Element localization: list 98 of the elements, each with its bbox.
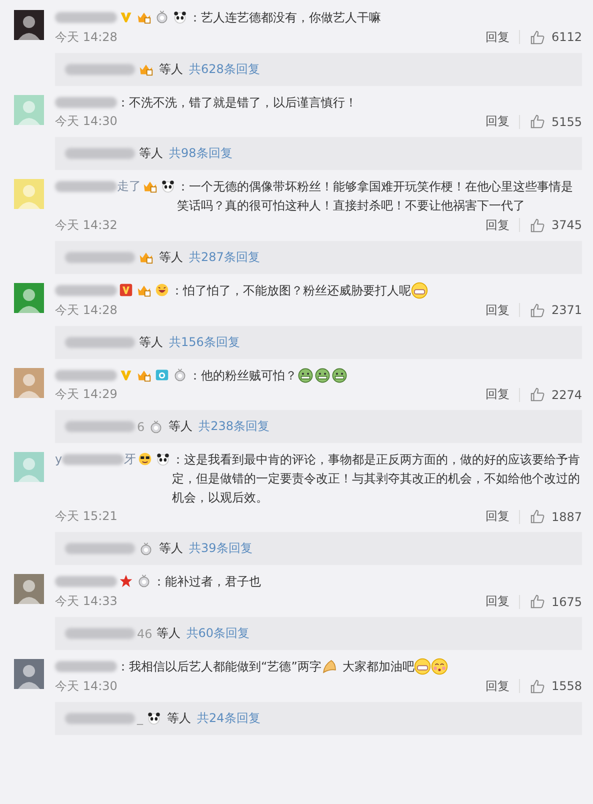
panda-icon bbox=[156, 452, 170, 466]
panda-icon bbox=[147, 711, 161, 726]
camera-icon bbox=[155, 368, 169, 382]
sunglasses-icon bbox=[138, 452, 152, 466]
thumbs-up-icon bbox=[530, 678, 546, 694]
reply-link[interactable]: 回复 bbox=[485, 302, 510, 319]
thumbs-up-icon bbox=[530, 30, 546, 45]
verified-icon bbox=[119, 10, 133, 24]
blurred-name bbox=[55, 370, 117, 381]
blurred-name bbox=[62, 454, 124, 466]
thumbs-up-icon bbox=[530, 114, 546, 130]
sick-emoji bbox=[297, 366, 314, 384]
like-button[interactable]: 2371 bbox=[530, 302, 582, 318]
reply-link[interactable]: 回复 bbox=[485, 593, 510, 610]
thumbs-up-icon bbox=[530, 387, 546, 402]
others-label: 等人 bbox=[139, 145, 163, 162]
smiley-icon bbox=[155, 282, 169, 297]
medal-icon bbox=[148, 420, 163, 434]
comment-text: ：这是我看到最中肯的评论，事物都是正反两方面的，做的好的应该要给予肯定，但是做错的一定要责令改正！与其剥夺其改正的机会，不如给他个改过的机会，以观后效。 bbox=[172, 453, 580, 504]
reply-thread-bar[interactable]: 等人 共98条回复 bbox=[55, 137, 582, 170]
thumbs-up-icon bbox=[530, 594, 546, 610]
sick-emoji bbox=[331, 366, 348, 384]
blurred-name bbox=[55, 576, 117, 588]
like-button[interactable]: 1675 bbox=[530, 594, 582, 610]
like-button[interactable]: 3745 bbox=[530, 218, 582, 233]
medal-icon bbox=[139, 542, 153, 556]
blurred-name bbox=[65, 252, 135, 263]
blurred-name bbox=[55, 181, 117, 192]
blush-emoji bbox=[431, 658, 448, 676]
like-button[interactable]: 2274 bbox=[530, 387, 582, 402]
comment-time: 今天 14:30 bbox=[55, 113, 118, 130]
reply-thread-bar[interactable]: 等人 共39条回复 bbox=[55, 532, 582, 566]
others-label: 等人 bbox=[139, 334, 163, 351]
crown-icon bbox=[139, 62, 153, 76]
star-icon bbox=[119, 574, 133, 588]
others-label: 等人 bbox=[167, 710, 191, 727]
medal-icon bbox=[155, 10, 169, 24]
medal-icon bbox=[173, 368, 187, 382]
comment-time: 今天 14:28 bbox=[55, 28, 118, 46]
grin-emoji bbox=[411, 282, 428, 300]
comment-time: 今天 14:32 bbox=[55, 216, 118, 234]
like-button[interactable]: 5155 bbox=[530, 114, 582, 130]
panda-icon bbox=[173, 10, 187, 24]
comment-time: 今天 14:30 bbox=[55, 678, 118, 695]
panda-icon bbox=[161, 179, 175, 194]
blurred-name bbox=[55, 12, 117, 23]
comment-text: ：能补过者，君子也 bbox=[153, 575, 261, 590]
thumbs-up-icon bbox=[530, 509, 546, 524]
comment-text: 大家都加油吧 bbox=[341, 660, 414, 674]
crown-icon bbox=[139, 250, 153, 264]
comment-text: ：不洗不洗，错了就是错了，以后谨言慎行！ bbox=[117, 95, 357, 110]
crown-icon bbox=[137, 10, 151, 24]
reply-link[interactable]: 回复 bbox=[485, 28, 510, 46]
comment-time: 今天 14:33 bbox=[55, 593, 118, 610]
blurred-name bbox=[65, 712, 135, 724]
comment-text: ：我相信以后艺人都能做到“艺德”两字 bbox=[117, 660, 322, 674]
blurred-name bbox=[55, 284, 117, 296]
blurred-name bbox=[55, 96, 117, 108]
blurred-name bbox=[65, 543, 135, 554]
sick-emoji bbox=[314, 366, 331, 384]
blurred-name bbox=[55, 661, 117, 672]
reply-link[interactable]: 回复 bbox=[485, 216, 510, 234]
comment-text: ：艺人连艺德都没有，你做艺人干嘛 bbox=[189, 10, 381, 25]
thumbs-up-icon bbox=[530, 302, 546, 318]
others-label: 等人 bbox=[159, 60, 183, 78]
like-button[interactable]: 6112 bbox=[530, 30, 582, 45]
comment-text: ：怕了怕了，不能放图？粉丝还威胁要打人呢 bbox=[171, 284, 411, 298]
avatar-icon[interactable] bbox=[14, 10, 44, 40]
reply-thread-bar[interactable]: 等人 共156条回复 bbox=[55, 326, 582, 359]
thumbs-up-icon bbox=[530, 218, 546, 233]
medal-icon bbox=[137, 574, 151, 588]
like-button[interactable]: 1558 bbox=[530, 678, 582, 694]
verified-icon bbox=[119, 282, 133, 297]
reply-link[interactable]: 回复 bbox=[485, 678, 510, 695]
comment-text: ：一个无德的偶像带坏粉丝！能够拿国难开玩笑作梗！在他心里这些事情是笑话吗？真的很可怕这种人！直接封杀吧！不要让他祸害下一代了 bbox=[177, 180, 573, 213]
others-label: 等人 bbox=[156, 625, 180, 642]
like-button[interactable]: 1887 bbox=[530, 509, 582, 524]
blurred-name bbox=[65, 421, 135, 432]
others-label: 等人 bbox=[168, 418, 193, 436]
reply-link[interactable]: 回复 bbox=[485, 386, 510, 404]
others-label: 等人 bbox=[159, 248, 183, 266]
blurred-name bbox=[65, 628, 135, 640]
grin-emoji bbox=[414, 658, 432, 676]
avatar-icon[interactable] bbox=[14, 659, 44, 690]
comment-time: 今天 14:28 bbox=[55, 302, 118, 319]
verified-icon bbox=[119, 368, 133, 382]
crown-icon bbox=[143, 179, 157, 194]
comment-time: 今天 15:21 bbox=[55, 508, 118, 526]
reply-link[interactable]: 回复 bbox=[485, 508, 510, 526]
blurred-name bbox=[65, 148, 135, 160]
comment-text: ：他的粉丝贼可怕？ bbox=[189, 368, 297, 382]
others-label: 等人 bbox=[159, 540, 183, 558]
reply-thread-bar[interactable]: 等人 共287条回复 bbox=[55, 240, 582, 274]
reply-link[interactable]: 回复 bbox=[485, 113, 510, 130]
blurred-name bbox=[65, 64, 135, 75]
reply-thread-bar[interactable]: 等人 共628条回复 bbox=[55, 52, 582, 86]
comment-time: 今天 14:29 bbox=[55, 386, 118, 404]
blurred-name bbox=[65, 336, 135, 348]
